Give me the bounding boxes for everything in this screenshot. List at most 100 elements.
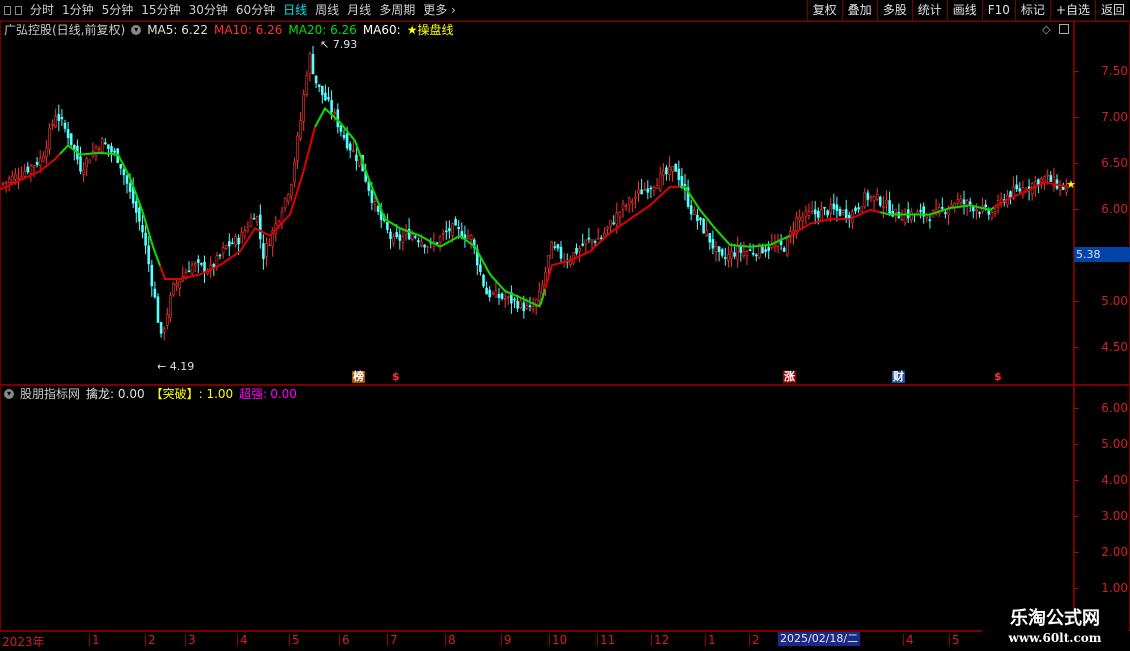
candle-body [1015, 184, 1019, 190]
candle-body [479, 264, 482, 272]
candle-body [550, 241, 554, 259]
candle-body [187, 270, 191, 273]
candle-body [872, 195, 876, 201]
candle-body [178, 281, 181, 289]
candle-body [172, 282, 175, 296]
candle-body [317, 84, 321, 87]
candle-body [389, 231, 392, 239]
candle-body [299, 120, 302, 139]
candle-body [488, 289, 492, 298]
candle-body [286, 194, 290, 202]
candle-body [677, 168, 681, 181]
ma-green-segment [59, 144, 161, 266]
candle-body [420, 241, 423, 246]
candle-body [296, 135, 299, 162]
event-marker[interactable]: $ [392, 371, 400, 383]
candle-body [494, 290, 498, 298]
candle-body [162, 328, 166, 333]
event-marker[interactable]: 财 [892, 371, 905, 383]
sub-y-tick-label: 3.00 [1074, 509, 1128, 523]
candle-body [844, 209, 848, 219]
candle-body [410, 233, 414, 240]
candle-body [138, 207, 141, 222]
candle-body [807, 211, 811, 216]
candle-body [104, 142, 107, 145]
candle-body [94, 147, 98, 157]
candle-body [438, 236, 442, 243]
candle-body [714, 245, 718, 253]
candle-body [668, 166, 671, 175]
candle-body [451, 223, 454, 236]
candle-body [1018, 188, 1022, 192]
candle-body [965, 200, 969, 206]
candle-body [696, 214, 699, 221]
x-tick-label: 5 [289, 633, 300, 647]
candle-body [348, 143, 352, 151]
candle-body [612, 222, 616, 225]
candle-body [221, 247, 225, 254]
candle-body [14, 173, 17, 180]
candle-body [156, 296, 160, 323]
candle-body [1043, 176, 1046, 183]
candle-body [559, 246, 563, 259]
candle-body [692, 210, 696, 215]
event-marker[interactable]: 涨 [783, 371, 796, 383]
sub-y-tick-label: 4.00 [1074, 473, 1128, 487]
candle-body [119, 164, 123, 169]
ma-line-green-segments [59, 106, 995, 308]
candle-body [649, 187, 653, 190]
candlestick-chart[interactable] [0, 0, 1073, 631]
candle-body [801, 216, 805, 222]
candle-body [702, 218, 705, 234]
y-tick-label: 6.00 [1074, 202, 1128, 216]
event-marker[interactable]: 榜 [352, 371, 365, 383]
candle-body [909, 211, 913, 221]
candle-body [581, 243, 585, 246]
candle-body [925, 215, 929, 218]
candle-body [832, 203, 836, 210]
candle-body [23, 171, 27, 177]
selected-date: 2025/02/18/二 [778, 632, 861, 646]
candle-body [125, 175, 129, 184]
candle-body [153, 288, 157, 298]
candle-body [141, 225, 144, 233]
candle-body [485, 287, 488, 295]
candle-body [646, 188, 650, 193]
candle-body [444, 230, 448, 233]
candle-body [11, 175, 14, 183]
candle-body [342, 135, 346, 139]
candle-body [950, 204, 953, 207]
candle-body [60, 117, 64, 120]
candle-body [1040, 178, 1043, 183]
candle-body [330, 100, 333, 113]
candle-body [355, 154, 358, 162]
candle-body [166, 314, 169, 326]
candle-body [32, 165, 36, 168]
candle-body [578, 248, 581, 252]
candle-body [311, 53, 315, 75]
candle-body [720, 249, 724, 256]
candle-body [4, 181, 8, 184]
candle-body [503, 298, 507, 300]
candle-body [57, 113, 61, 121]
x-tick-label: 4 [903, 633, 914, 647]
candle-body [804, 210, 808, 217]
candle-body [919, 210, 922, 212]
toolbar-button[interactable]: 返回 [1094, 0, 1130, 20]
candle-body [35, 161, 39, 166]
candle-body [376, 206, 380, 212]
candle-body [107, 144, 110, 149]
candle-body [48, 127, 51, 150]
candle-body [739, 246, 743, 253]
candle-body [373, 201, 377, 205]
candle-body [423, 244, 426, 248]
candle-body [283, 197, 287, 209]
y-tick-label: 7.00 [1074, 110, 1128, 124]
event-marker[interactable]: $ [994, 371, 1002, 383]
x-tick-label: 2023年 [0, 634, 45, 649]
candle-body [975, 209, 978, 212]
candle-body [541, 284, 544, 294]
x-tick-label: 2 [145, 633, 156, 647]
candle-body [516, 300, 519, 309]
sub-y-tick-label: 1.00 [1074, 581, 1128, 595]
